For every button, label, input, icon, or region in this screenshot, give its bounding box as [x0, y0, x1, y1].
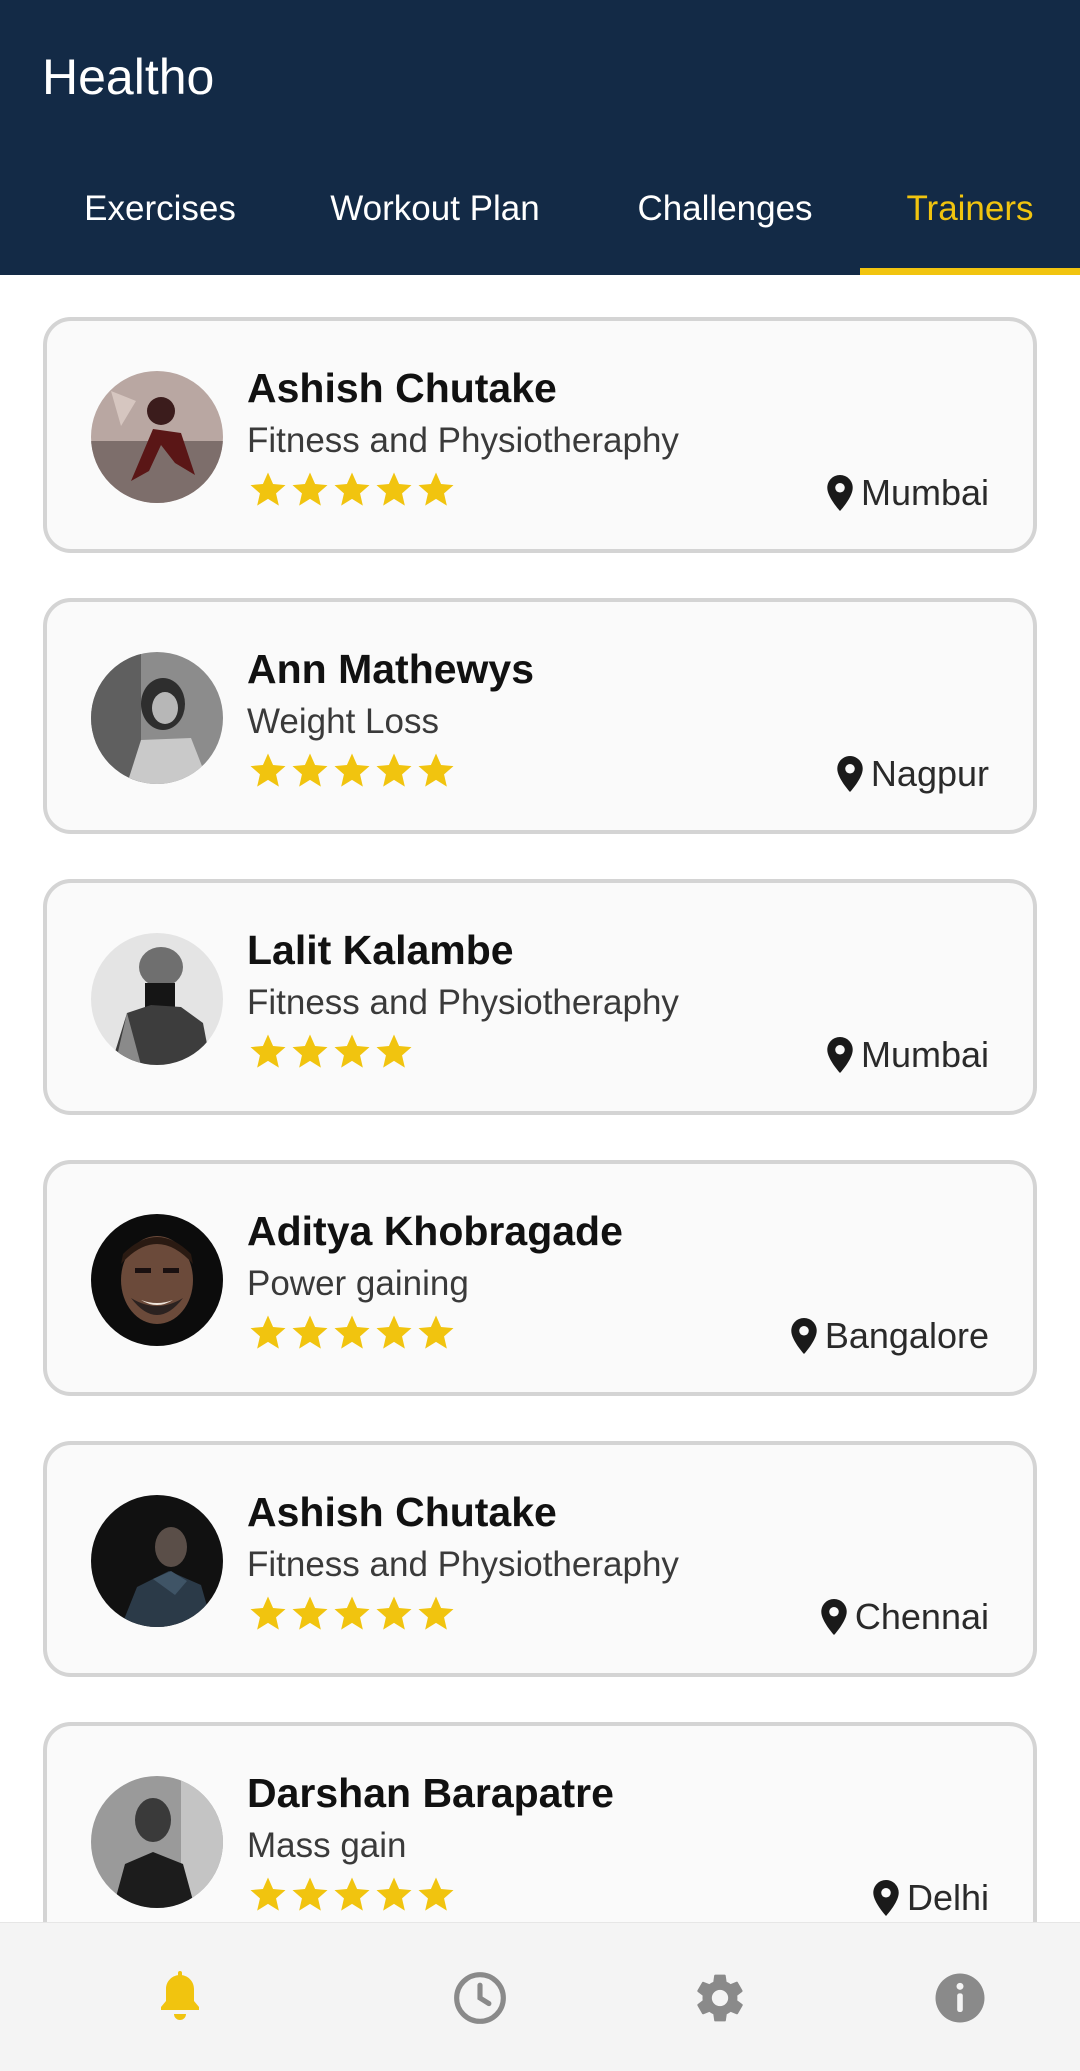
rating-stars	[247, 1874, 457, 1918]
tab-trainers[interactable]: Trainers	[860, 168, 1080, 275]
trainer-name: Ashish Chutake	[247, 365, 557, 411]
star-icon	[334, 472, 370, 506]
active-tab-indicator	[860, 268, 1080, 275]
star-icon	[376, 472, 412, 506]
location-pin-icon	[873, 1880, 899, 1916]
bell-icon	[161, 1970, 199, 2020]
trainer-specialty: Fitness and Physiotheraphy	[247, 983, 679, 1022]
star-icon	[334, 753, 370, 787]
star-icon	[292, 1034, 328, 1068]
trainer-list[interactable]: Ashish Chutake Fitness and Physiotheraph…	[0, 275, 1080, 1922]
star-icon	[418, 472, 454, 506]
location-label: Mumbai	[860, 1034, 989, 1075]
star-icon	[376, 1034, 412, 1068]
bottom-navigation	[0, 1922, 1080, 2071]
trainer-location: Nagpur	[837, 750, 989, 798]
nav-info[interactable]	[900, 1923, 1020, 2071]
star-icon	[250, 1034, 286, 1068]
trainer-name: Ann Mathewys	[247, 646, 535, 692]
rating-stars	[247, 1593, 457, 1637]
location-pin-icon	[827, 475, 853, 511]
trainer-location: Mumbai	[827, 469, 989, 517]
trainer-specialty: Mass gain	[247, 1826, 407, 1865]
rating-stars	[247, 750, 457, 794]
star-icon	[292, 472, 328, 506]
star-icon	[334, 1596, 370, 1630]
star-icon	[250, 1877, 286, 1911]
trainer-card[interactable]: Ann Mathewys Weight Loss Nagpur	[43, 598, 1037, 834]
tab-workout-plan[interactable]: Workout Plan	[300, 168, 570, 275]
star-icon	[376, 753, 412, 787]
location-pin-icon	[821, 1599, 847, 1635]
trainer-specialty: Power gaining	[247, 1264, 469, 1303]
gear-icon	[697, 1974, 743, 2021]
trainer-name: Ashish Chutake	[247, 1489, 557, 1535]
location-pin-icon	[837, 756, 863, 792]
star-icon	[334, 1034, 370, 1068]
rating-stars	[247, 469, 457, 513]
nav-settings[interactable]	[660, 1923, 780, 2071]
trainer-avatar	[91, 371, 223, 503]
star-icon	[250, 753, 286, 787]
trainer-avatar	[91, 652, 223, 784]
trainer-card[interactable]: Ashish Chutake Fitness and Physiotheraph…	[43, 317, 1037, 553]
info-icon	[935, 1973, 985, 2022]
trainer-name: Aditya Khobragade	[247, 1208, 623, 1254]
star-icon	[292, 1596, 328, 1630]
location-label: Mumbai	[860, 472, 989, 513]
clock-icon	[454, 1971, 506, 2024]
star-icon	[418, 1877, 454, 1911]
trainer-name: Lalit Kalambe	[247, 927, 514, 973]
tab-bar: Exercises Workout Plan Challenges Traine…	[0, 168, 1080, 275]
nav-history[interactable]	[420, 1923, 540, 2071]
trainer-card[interactable]: Ashish Chutake Fitness and Physiotheraph…	[43, 1441, 1037, 1677]
rating-stars	[247, 1031, 415, 1075]
star-icon	[292, 1877, 328, 1911]
star-icon	[376, 1315, 412, 1349]
trainer-specialty: Weight Loss	[247, 702, 439, 741]
nav-notifications[interactable]	[120, 1923, 240, 2071]
star-icon	[418, 1596, 454, 1630]
star-icon	[376, 1596, 412, 1630]
location-pin-icon	[791, 1318, 817, 1354]
star-icon	[334, 1315, 370, 1349]
tab-exercises[interactable]: Exercises	[40, 168, 280, 275]
star-icon	[250, 1596, 286, 1630]
rating-stars	[247, 1312, 457, 1356]
trainer-location: Chennai	[821, 1593, 989, 1641]
star-icon	[418, 753, 454, 787]
star-icon	[292, 1315, 328, 1349]
app-title: Healtho	[42, 49, 215, 105]
trainer-avatar	[91, 933, 223, 1065]
star-icon	[334, 1877, 370, 1911]
trainer-avatar	[91, 1495, 223, 1627]
trainer-card[interactable]: Aditya Khobragade Power gaining Bangalor…	[43, 1160, 1037, 1396]
trainer-card[interactable]: Lalit Kalambe Fitness and Physiotheraphy…	[43, 879, 1037, 1115]
location-pin-icon	[827, 1037, 853, 1073]
app-bar: Healtho Exercises Workout Plan Challenge…	[0, 0, 1080, 275]
trainer-specialty: Fitness and Physiotheraphy	[247, 1545, 679, 1584]
trainer-location: Bangalore	[791, 1312, 989, 1360]
tab-challenges[interactable]: Challenges	[600, 168, 850, 275]
location-label: Chennai	[854, 1596, 989, 1637]
star-icon	[376, 1877, 412, 1911]
location-label: Nagpur	[870, 753, 989, 794]
trainer-card[interactable]: Darshan Barapatre Mass gain Delhi	[43, 1722, 1037, 1922]
trainer-location: Mumbai	[827, 1031, 989, 1079]
trainer-name: Darshan Barapatre	[247, 1770, 614, 1816]
star-icon	[250, 1315, 286, 1349]
trainer-specialty: Fitness and Physiotheraphy	[247, 421, 679, 460]
location-label: Delhi	[906, 1877, 989, 1918]
trainer-location: Delhi	[873, 1874, 989, 1922]
star-icon	[292, 753, 328, 787]
location-label: Bangalore	[824, 1315, 989, 1356]
star-icon	[418, 1315, 454, 1349]
trainer-avatar	[91, 1776, 223, 1908]
trainer-avatar	[91, 1214, 223, 1346]
star-icon	[250, 472, 286, 506]
